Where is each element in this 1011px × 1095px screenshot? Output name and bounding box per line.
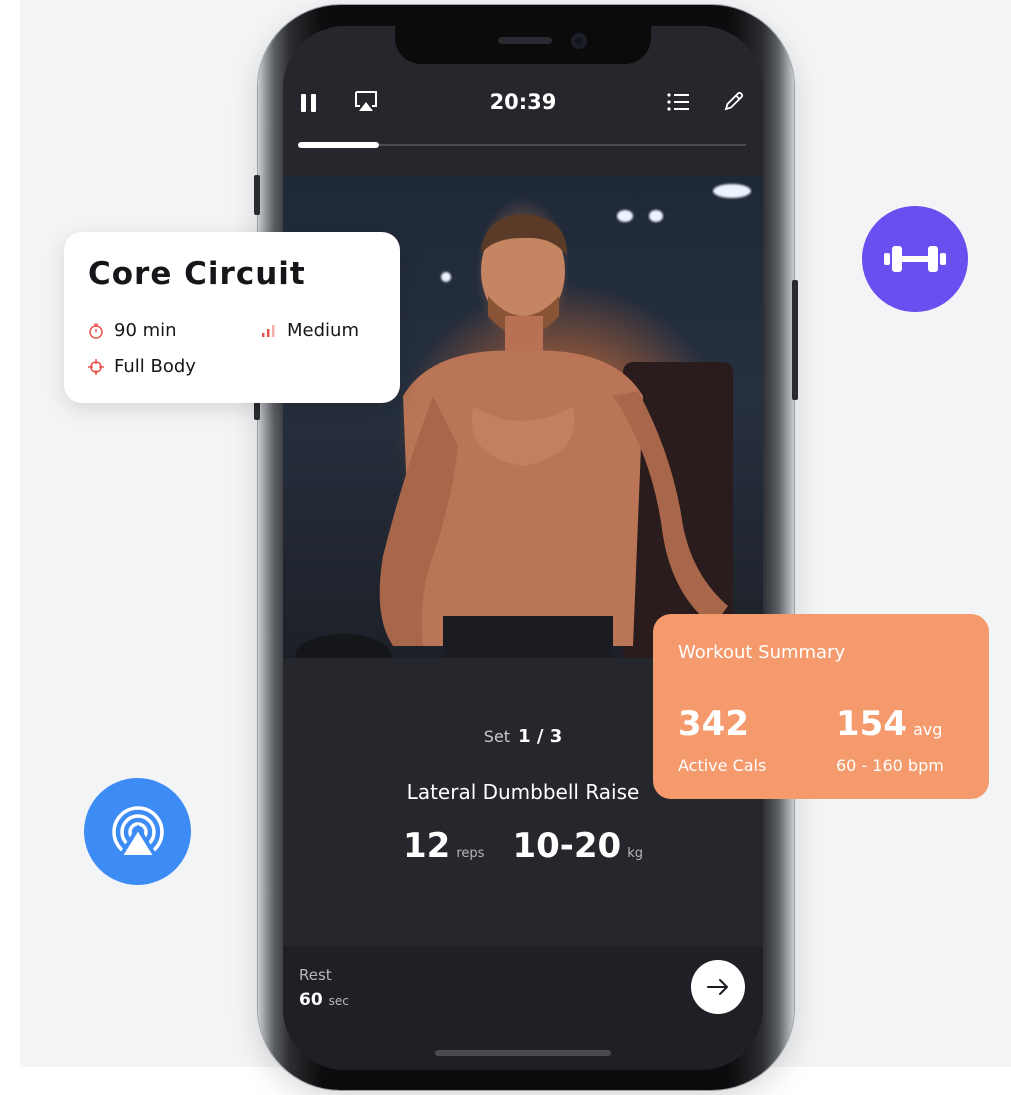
summary-title: Workout Summary bbox=[678, 642, 846, 663]
workout-duration: 90 min bbox=[114, 320, 177, 341]
rest-unit: sec bbox=[328, 994, 349, 1008]
exercise-targets: 12 reps 10-20 kg bbox=[283, 826, 763, 866]
rest-bar: Rest 60 sec bbox=[283, 946, 763, 1070]
workout-focus: Full Body bbox=[114, 356, 196, 377]
set-label: Set bbox=[483, 727, 511, 746]
pencil-icon[interactable] bbox=[723, 90, 745, 116]
workout-title: Core Circuit bbox=[88, 256, 306, 292]
earpiece-speaker bbox=[498, 37, 552, 44]
heart-rate: 154 avg bbox=[836, 704, 942, 744]
front-camera bbox=[571, 33, 587, 49]
difficulty-meta: Medium bbox=[261, 320, 359, 341]
rest-duration: 60 sec bbox=[299, 990, 349, 1010]
home-indicator[interactable] bbox=[435, 1050, 611, 1056]
elapsed-time: 20:39 bbox=[489, 90, 557, 114]
phone-notch bbox=[395, 26, 651, 64]
timer-icon bbox=[89, 323, 103, 339]
calories-label: Active Cals bbox=[678, 756, 767, 775]
list-icon[interactable] bbox=[667, 93, 689, 115]
heart-value: 154 bbox=[836, 704, 907, 744]
pause-icon[interactable] bbox=[300, 93, 318, 117]
rest-value: 60 bbox=[299, 990, 323, 1010]
airplay-icon[interactable] bbox=[353, 90, 379, 118]
airdrop-badge bbox=[84, 778, 191, 885]
power-button bbox=[792, 280, 798, 400]
reps-unit: reps bbox=[456, 846, 485, 861]
silent-switch bbox=[254, 175, 260, 215]
workout-info-card[interactable]: Core Circuit 90 min Medium Full Body bbox=[64, 232, 400, 403]
heart-unit: avg bbox=[912, 720, 943, 739]
workout-progress-fill bbox=[298, 142, 379, 148]
workout-progress-bar[interactable] bbox=[298, 142, 746, 148]
set-value: 1 / 3 bbox=[518, 726, 563, 747]
next-exercise-button[interactable] bbox=[691, 960, 745, 1014]
focus-meta: Full Body bbox=[88, 356, 196, 377]
phone-screen: 20:39 Set 1 / 3 Lateral Dumbbell Raise 1… bbox=[283, 26, 763, 1070]
workout-difficulty: Medium bbox=[287, 320, 359, 341]
heart-range: 60 - 160 bpm bbox=[836, 756, 944, 775]
dumbbell-badge bbox=[862, 206, 968, 312]
arrow-right-icon bbox=[707, 979, 728, 995]
duration-meta: 90 min bbox=[88, 320, 177, 341]
crosshair-icon bbox=[88, 358, 104, 375]
signal-bars-icon bbox=[262, 324, 275, 337]
rest-label: Rest bbox=[299, 966, 332, 984]
airdrop-icon bbox=[111, 805, 164, 859]
dumbbell-icon bbox=[884, 246, 946, 272]
calories-value: 342 bbox=[678, 704, 749, 744]
workout-summary-card[interactable]: Workout Summary 342 Active Cals 154 avg 6… bbox=[653, 614, 989, 799]
weight-value: 10-20 bbox=[512, 826, 622, 866]
weight-unit: kg bbox=[627, 846, 643, 861]
reps-value: 12 bbox=[403, 826, 451, 866]
